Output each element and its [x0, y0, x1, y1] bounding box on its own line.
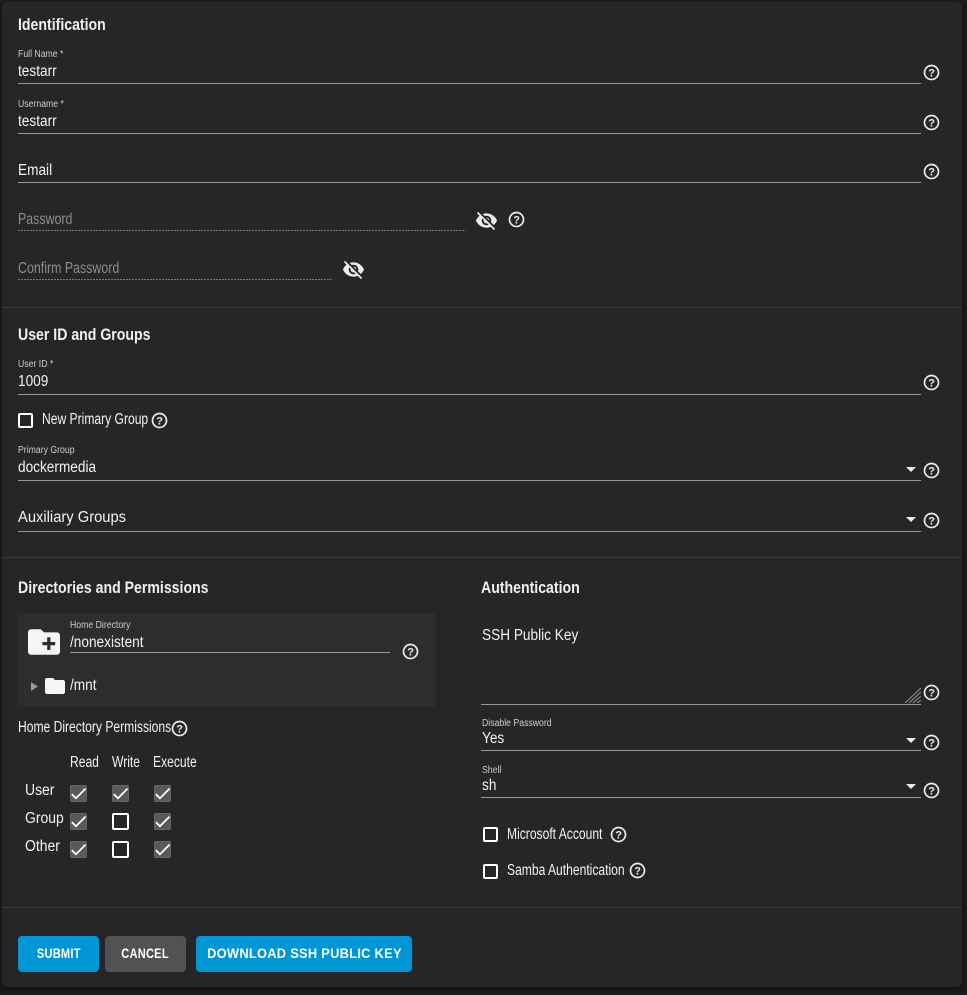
svg-text:?: ? — [928, 737, 935, 749]
svg-text:?: ? — [176, 723, 183, 735]
svg-text:?: ? — [513, 214, 520, 226]
svg-text:?: ? — [928, 117, 935, 129]
svg-text:?: ? — [928, 166, 935, 178]
svg-text:?: ? — [928, 515, 935, 527]
svg-text:?: ? — [407, 646, 414, 658]
svg-text:?: ? — [928, 465, 935, 477]
svg-text:?: ? — [634, 865, 641, 877]
svg-text:?: ? — [615, 829, 622, 841]
svg-text:?: ? — [928, 377, 935, 389]
svg-text:?: ? — [156, 415, 163, 427]
svg-text:?: ? — [928, 785, 935, 797]
svg-text:?: ? — [928, 687, 935, 699]
svg-text:?: ? — [928, 67, 935, 79]
